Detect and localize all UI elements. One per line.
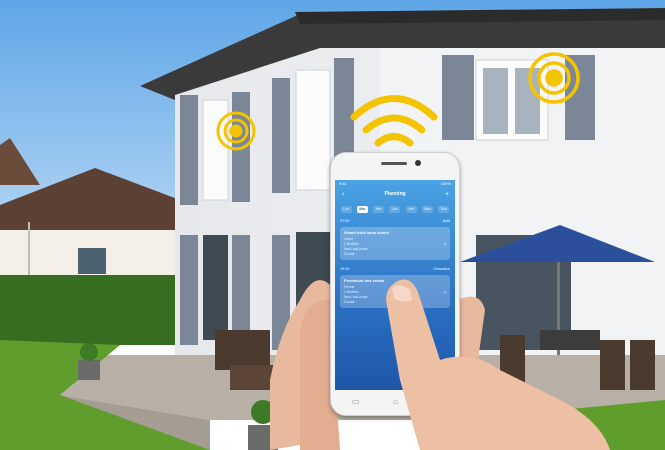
schedule-time: 19:00 [340, 267, 350, 271]
day-tab-active[interactable]: Mar [356, 206, 368, 213]
phone-nav-bar: ▭ ⌂ ↩ [335, 394, 455, 408]
schedule-card-line: Couloir [344, 300, 355, 304]
back-arrow-icon[interactable]: ↩ [431, 397, 438, 406]
phone-camera [415, 160, 421, 166]
chevron-right-icon: › [444, 289, 446, 296]
schedule-state[interactable]: Actif [443, 219, 450, 223]
day-tab[interactable]: Mer [373, 206, 385, 213]
smart-home-scene: 9:41 100% ‹ Planning + Lun Mar Mer Jeu V… [0, 0, 665, 450]
phone-speaker [381, 162, 407, 165]
chevron-right-icon: › [444, 241, 446, 248]
home-icon[interactable]: ⌂ [393, 397, 398, 406]
battery-indicator: 100% [440, 181, 451, 186]
smartphone: 9:41 100% ‹ Planning + Lun Mar Mer Jeu V… [330, 152, 460, 416]
day-tab[interactable]: Ven [405, 206, 417, 213]
day-selector: Lun Mar Mer Jeu Ven Sam Dim [335, 200, 455, 217]
schedule-card-title: Fermeture des volets [344, 278, 385, 283]
menu-icon[interactable]: ▭ [352, 397, 360, 406]
schedule-header: 19:00 Désactivé [335, 265, 455, 273]
day-tab[interactable]: Lun [340, 206, 352, 213]
day-tab[interactable]: Dim [438, 206, 450, 213]
schedule-state[interactable]: Désactivé [433, 267, 450, 271]
app-screen: 9:41 100% ‹ Planning + Lun Mar Mer Jeu V… [335, 180, 455, 390]
day-tab[interactable]: Sam [422, 206, 434, 213]
app-header: ‹ Planning + [335, 188, 455, 200]
status-bar: 9:41 100% [335, 180, 455, 188]
schedule-card[interactable]: Fermeture des volets Fermer 4 fenêtres N… [340, 275, 450, 308]
plus-icon[interactable]: + [443, 191, 451, 198]
schedule-card[interactable]: Grand froid sans volets Ouvrir 2 fenêtre… [340, 227, 450, 260]
page-title: Planning [384, 191, 406, 197]
schedule-header: 07:00 Actif [335, 217, 455, 225]
schedule-time: 07:00 [340, 219, 350, 223]
schedule-card-title: Grand froid sans volets [344, 230, 389, 235]
status-time: 9:41 [339, 181, 347, 186]
chevron-left-icon[interactable]: ‹ [339, 191, 347, 198]
day-tab[interactable]: Jeu [389, 206, 401, 213]
schedule-card-line: Couloir [344, 252, 355, 256]
